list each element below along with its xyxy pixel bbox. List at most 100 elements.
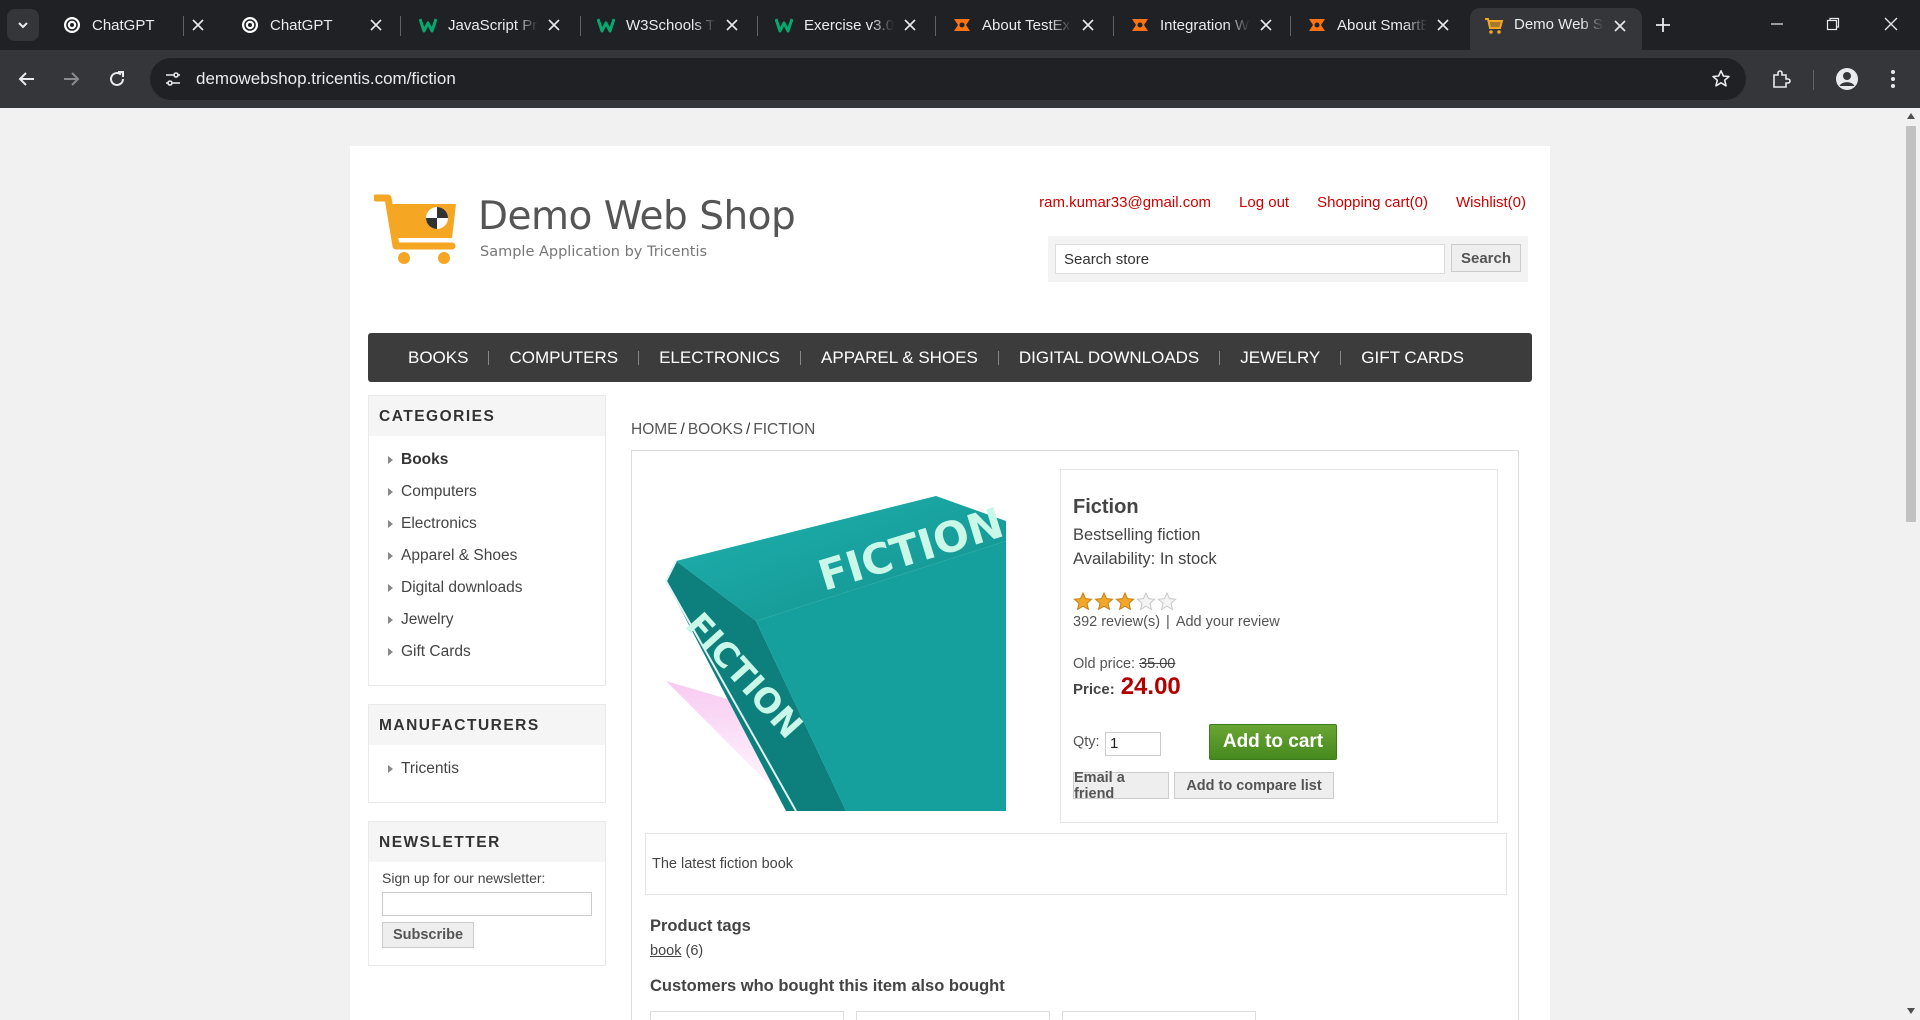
site-logo[interactable]: Demo Web Shop Sample Application by Tric… [374, 192, 796, 272]
category-item-digital-downloads[interactable]: Digital downloads [369, 572, 605, 604]
tab-search-button[interactable] [7, 9, 39, 41]
manufacturer-label: Tricentis [401, 760, 459, 777]
tricentis-icon [1130, 15, 1150, 35]
actual-price: Price: 24.00 [1073, 673, 1181, 701]
triangle-right-icon [388, 552, 393, 560]
site-info-icon[interactable] [160, 66, 186, 92]
browser-tab[interactable]: About TestExe [938, 8, 1110, 42]
tab-title: W3Schools Tr [626, 16, 716, 34]
quantity-input[interactable]: 1 [1105, 732, 1161, 756]
toolbar-divider [1813, 70, 1814, 90]
browser-tab[interactable]: W3Schools Tr [582, 8, 754, 42]
breadcrumb-books[interactable]: BOOKS [688, 421, 743, 438]
url-text[interactable]: demowebshop.tricentis.com/fiction [196, 69, 456, 89]
search-input[interactable]: Search store [1055, 244, 1445, 274]
close-icon[interactable] [1078, 15, 1098, 35]
tab-title: ChatGPT [92, 16, 155, 34]
reload-button[interactable] [100, 62, 134, 96]
tag-count: (6) [685, 943, 704, 959]
search-button[interactable]: Search [1451, 244, 1521, 272]
close-icon[interactable] [366, 15, 386, 35]
subscribe-button[interactable]: Subscribe [382, 922, 474, 948]
also-purchased-item[interactable] [856, 1011, 1050, 1020]
wishlist-link[interactable]: Wishlist(0) [1456, 194, 1526, 211]
tab-title: About SmartB [1337, 16, 1427, 34]
reviews-count-link[interactable]: 392 review(s) [1073, 614, 1160, 630]
category-item-books[interactable]: Books [369, 444, 605, 476]
triangle-right-icon [388, 648, 393, 656]
address-bar[interactable]: demowebshop.tricentis.com/fiction [150, 58, 1746, 100]
category-item-apparel-shoes[interactable]: Apparel & Shoes [369, 540, 605, 572]
browser-tab[interactable]: Integration W [1116, 8, 1288, 42]
logout-link[interactable]: Log out [1239, 194, 1289, 211]
browser-tab[interactable]: Exercise v3.0 [760, 8, 932, 42]
close-icon[interactable] [1610, 16, 1630, 36]
menu-item-books[interactable]: BOOKS [388, 348, 488, 368]
page-scrollbar[interactable] [1902, 108, 1920, 1020]
close-icon[interactable] [1433, 15, 1453, 35]
category-label: Books [401, 451, 449, 468]
add-review-link[interactable]: Add your review [1176, 614, 1280, 630]
product-image[interactable]: FICTION FICTION [646, 481, 1018, 812]
category-label: Apparel & Shoes [401, 547, 518, 564]
category-item-computers[interactable]: Computers [369, 476, 605, 508]
avatar-icon [1836, 68, 1858, 90]
menu-item-computers[interactable]: COMPUTERS [489, 348, 638, 368]
browser-menu-button[interactable] [1876, 62, 1910, 96]
close-icon[interactable] [900, 15, 920, 35]
category-label: Electronics [401, 515, 477, 532]
close-icon[interactable] [1256, 15, 1276, 35]
bookmark-star-icon[interactable] [1710, 68, 1732, 90]
newsletter-title: NEWSLETTER [369, 822, 605, 862]
menu-item-apparel-shoes[interactable]: APPAREL & SHOES [801, 348, 998, 368]
page-viewport: Demo Web Shop Sample Application by Tric… [0, 108, 1902, 1020]
manufacturer-item-tricentis[interactable]: Tricentis [369, 753, 605, 785]
logo-subtitle: Sample Application by Tricentis [480, 244, 708, 260]
forward-button[interactable] [54, 62, 88, 96]
product-availability: Availability: In stock [1073, 550, 1217, 568]
extensions-button[interactable] [1764, 62, 1798, 96]
also-purchased-item[interactable] [650, 1011, 844, 1020]
category-item-electronics[interactable]: Electronics [369, 508, 605, 540]
add-to-compare-button[interactable]: Add to compare list [1174, 772, 1334, 799]
category-item-gift-cards[interactable]: Gift Cards [369, 636, 605, 668]
also-purchased-item[interactable] [1062, 1011, 1256, 1020]
profile-button[interactable] [1830, 62, 1864, 96]
menu-item-jewelry[interactable]: JEWELRY [1220, 348, 1340, 368]
scrollbar-thumb[interactable] [1906, 126, 1916, 522]
account-link[interactable]: ram.kumar33@gmail.com [1039, 194, 1211, 211]
menu-item-digital-downloads[interactable]: DIGITAL DOWNLOADS [999, 348, 1219, 368]
browser-tab[interactable]: About SmartB [1293, 8, 1465, 42]
old-price-value: 35.00 [1139, 656, 1176, 672]
menu-item-gift-cards[interactable]: GIFT CARDS [1341, 348, 1484, 368]
new-tab-button[interactable] [1650, 12, 1676, 38]
newsletter-label: Sign up for our newsletter: [382, 870, 546, 886]
triangle-right-icon [388, 765, 393, 773]
browser-tab-active[interactable]: Demo Web S [1470, 8, 1642, 50]
newsletter-email-input[interactable] [382, 892, 592, 916]
category-item-jewelry[interactable]: Jewelry [369, 604, 605, 636]
back-button[interactable] [10, 62, 44, 96]
browser-tab[interactable]: ChatGPT [226, 8, 398, 42]
restore-icon [1826, 17, 1840, 31]
scroll-down-arrow[interactable] [1907, 1008, 1915, 1014]
shopping-cart-link[interactable]: Shopping cart(0) [1317, 194, 1428, 211]
email-friend-button[interactable]: Email a friend [1073, 770, 1169, 802]
more-vertical-icon [1891, 70, 1895, 88]
close-icon[interactable] [722, 15, 742, 35]
close-window-button[interactable] [1868, 8, 1914, 40]
breadcrumb-home[interactable]: HOME [631, 421, 678, 438]
scroll-up-arrow[interactable] [1907, 113, 1915, 119]
close-icon[interactable] [544, 15, 564, 35]
menu-item-electronics[interactable]: ELECTRONICS [639, 348, 800, 368]
close-icon [1884, 17, 1898, 31]
tag-link-book[interactable]: book [650, 943, 681, 959]
browser-tab[interactable]: ChatGPT [48, 8, 220, 42]
close-icon[interactable] [188, 15, 208, 35]
add-to-cart-button[interactable]: Add to cart [1209, 724, 1337, 760]
restore-button[interactable] [1810, 8, 1856, 40]
chatgpt-icon [240, 15, 260, 35]
minimize-button[interactable] [1754, 8, 1800, 40]
manufacturers-list: Tricentis [369, 745, 605, 791]
browser-tab[interactable]: JavaScript Pro [404, 8, 576, 42]
